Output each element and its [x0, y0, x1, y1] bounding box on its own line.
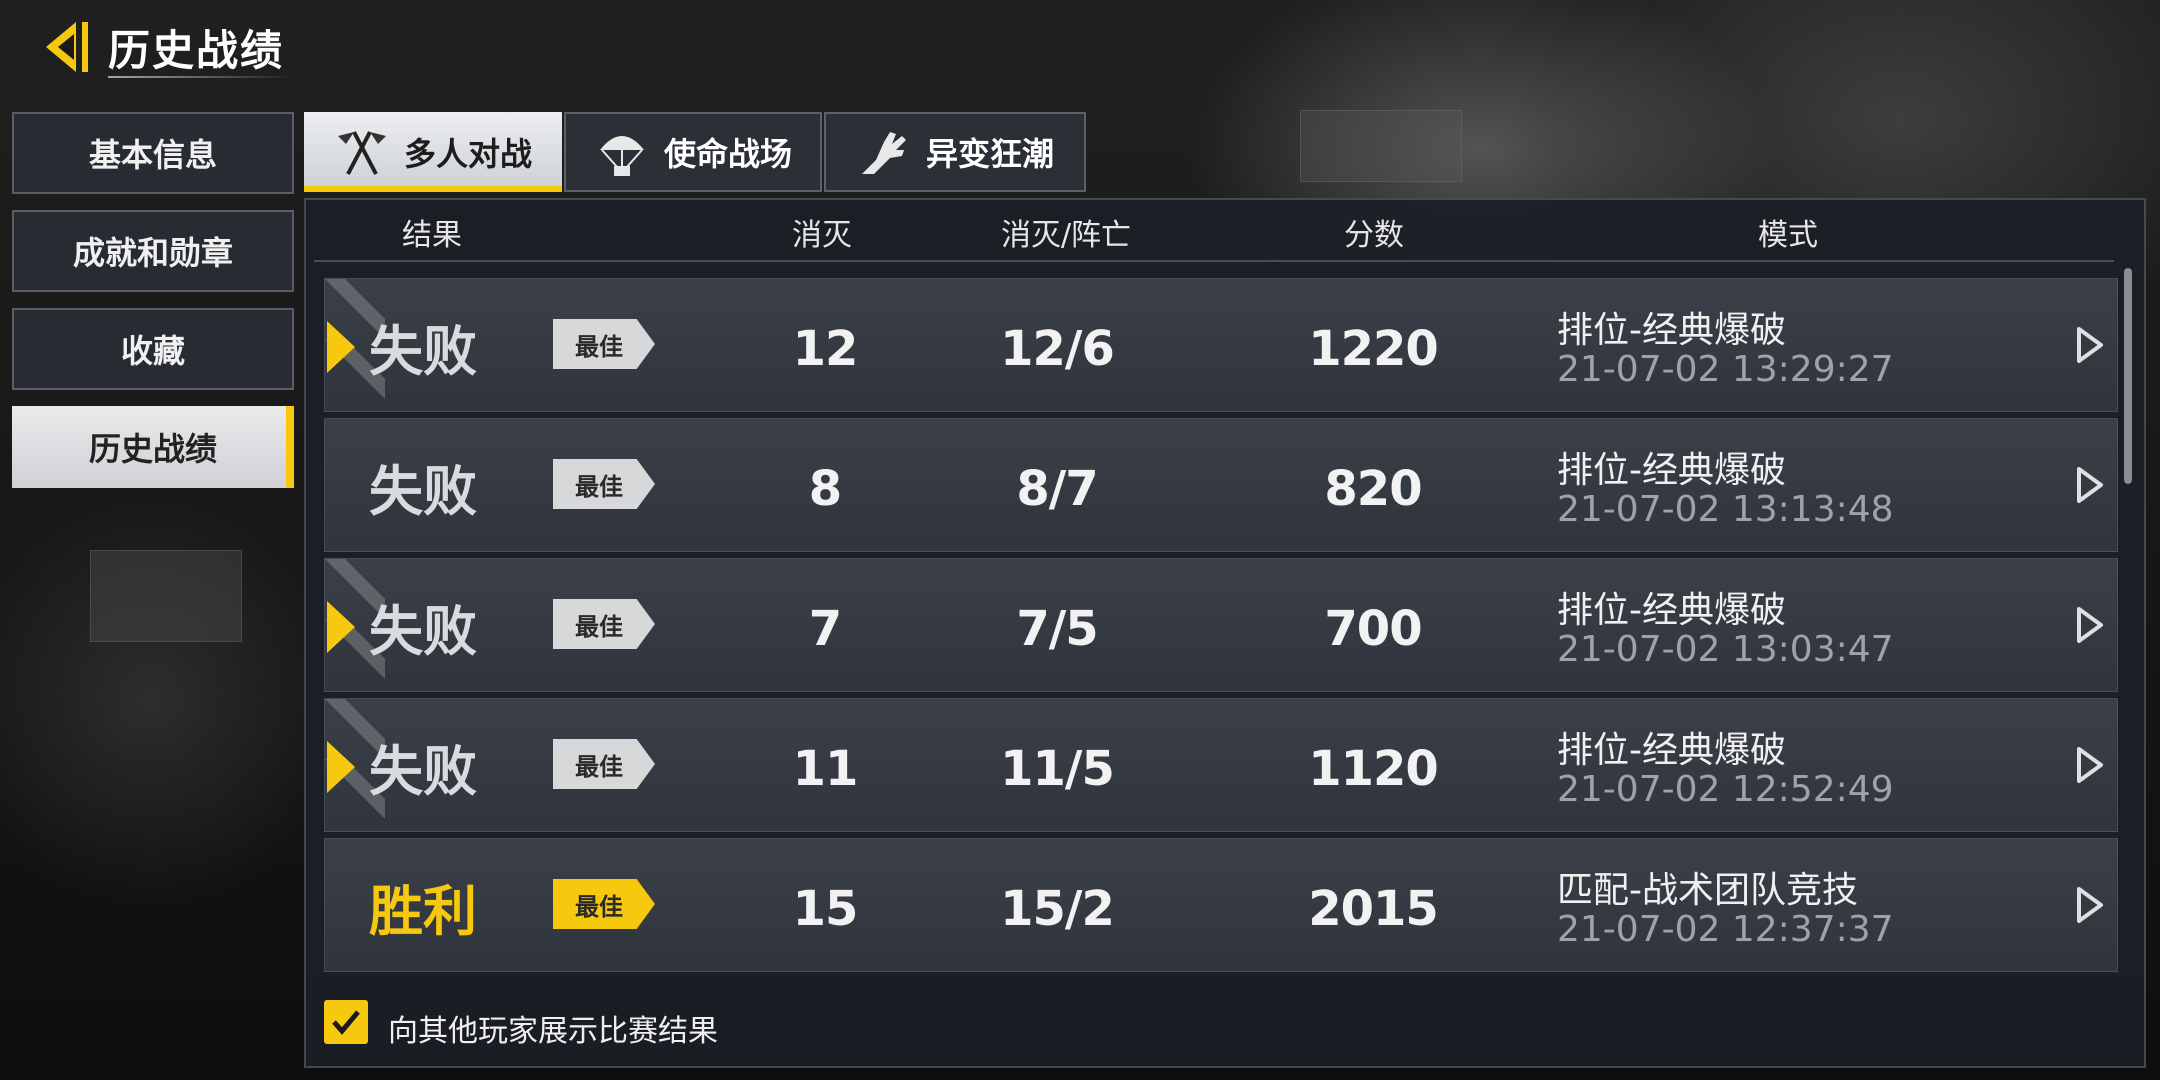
table-row[interactable]: 胜利 最佳 15 15/2 2015 匹配-战术团队竞技 21-07-02 12…: [324, 838, 2118, 972]
background-scenery: [1300, 110, 1462, 182]
result-text: 失败: [369, 320, 477, 383]
mode-text: 排位-经典爆破: [1557, 730, 1786, 771]
background-scenery: [90, 550, 242, 642]
play-arrow-icon[interactable]: [2075, 745, 2105, 785]
header: 历史战绩: [36, 16, 284, 78]
mode-text: 匹配-战术团队竞技: [1557, 870, 1858, 911]
column-header-score: 分数: [1344, 218, 1404, 253]
kills-value: 11: [792, 741, 859, 797]
mvp-badge: 最佳: [553, 599, 655, 649]
checkmark-icon: [332, 1010, 360, 1035]
mutant-hand-icon: [861, 132, 906, 174]
page-title: 历史战绩: [108, 25, 285, 75]
score-value: 820: [1324, 461, 1422, 517]
column-header-kills: 消灭: [792, 218, 852, 253]
sidebar-item-label: 历史战绩: [88, 430, 217, 468]
tab-battle-royale[interactable]: 使命战场: [564, 112, 822, 192]
mvp-badge: 最佳: [553, 879, 655, 929]
mode-text: 排位-经典爆破: [1557, 590, 1786, 631]
tab-label: 异变狂潮: [925, 135, 1054, 173]
header-divider: [314, 260, 2114, 262]
play-arrow-icon[interactable]: [2075, 465, 2105, 505]
mvp-badge: 最佳: [553, 319, 655, 369]
play-arrow-icon[interactable]: [2075, 325, 2105, 365]
sidebar-item-label: 基本信息: [88, 136, 217, 174]
table-row[interactable]: 失败 最佳 12 12/6 1220 排位-经典爆破 21-07-02 13:2…: [324, 278, 2118, 412]
back-arrow-icon: [46, 22, 88, 72]
tab-label: 使命战场: [663, 135, 792, 173]
mvp-badge: 最佳: [553, 459, 655, 509]
sidebar-item-label: 成就和勋章: [72, 234, 233, 272]
back-button[interactable]: [36, 16, 100, 78]
result-text: 失败: [369, 600, 477, 663]
selection-marker-icon: [327, 601, 355, 653]
kd-value: 11/5: [1000, 741, 1115, 797]
sidebar-item-label: 收藏: [120, 332, 185, 370]
column-header-mode: 模式: [1758, 218, 1818, 253]
title-underline: [108, 76, 294, 78]
column-header-kd: 消灭/阵亡: [1000, 218, 1132, 253]
score-value: 1120: [1308, 741, 1439, 797]
result-text: 失败: [369, 740, 477, 803]
table-row[interactable]: 失败 最佳 8 8/7 820 排位-经典爆破 21-07-02 13:13:4…: [324, 418, 2118, 552]
tab-zombie-mode[interactable]: 异变狂潮: [824, 112, 1086, 192]
flags-icon: [337, 131, 386, 175]
kills-value: 8: [808, 461, 842, 517]
parachute-icon: [599, 136, 644, 176]
table-row[interactable]: 失败 最佳 11 11/5 1120 排位-经典爆破 21-07-02 12:5…: [324, 698, 2118, 832]
column-header-result: 结果: [402, 218, 462, 253]
kills-value: 12: [792, 321, 859, 377]
score-value: 1220: [1308, 321, 1439, 377]
table-row[interactable]: 失败 最佳 7 7/5 700 排位-经典爆破 21-07-02 13:03:4…: [324, 558, 2118, 692]
scrollbar[interactable]: [2124, 268, 2132, 484]
match-time: 21-07-02 13:29:27: [1557, 349, 1894, 390]
kd-value: 8/7: [1016, 461, 1098, 517]
sidebar-item-collection[interactable]: 收藏: [12, 308, 294, 390]
match-time: 21-07-02 12:37:37: [1557, 909, 1894, 950]
show-results-checkbox[interactable]: [324, 1000, 368, 1044]
tab-multiplayer[interactable]: 多人对战: [304, 112, 562, 192]
kd-value: 15/2: [1000, 881, 1115, 937]
play-arrow-icon[interactable]: [2075, 885, 2105, 925]
selection-marker-icon: [327, 741, 355, 793]
result-text: 胜利: [369, 880, 477, 943]
sidebar-item-match-history[interactable]: 历史战绩: [12, 406, 294, 488]
tab-label: 多人对战: [403, 135, 532, 173]
match-time: 21-07-02 12:52:49: [1557, 769, 1894, 810]
match-time: 21-07-02 13:03:47: [1557, 629, 1894, 670]
kd-value: 7/5: [1016, 601, 1098, 657]
play-arrow-icon[interactable]: [2075, 605, 2105, 645]
mode-text: 排位-经典爆破: [1557, 310, 1786, 351]
result-text: 失败: [369, 460, 477, 523]
mvp-badge: 最佳: [553, 739, 655, 789]
kills-value: 7: [808, 601, 842, 657]
sidebar-item-achievements[interactable]: 成就和勋章: [12, 210, 294, 292]
show-results-label: 向其他玩家展示比赛结果: [388, 1014, 718, 1049]
match-history-panel: 结果 消灭 消灭/阵亡 分数 模式 失败 最佳 12 12/6 1220 排位-…: [304, 198, 2146, 1068]
score-value: 700: [1324, 601, 1422, 657]
score-value: 2015: [1308, 881, 1439, 937]
match-time: 21-07-02 13:13:48: [1557, 489, 1894, 530]
sidebar-item-basic-info[interactable]: 基本信息: [12, 112, 294, 194]
selection-marker-icon: [327, 321, 355, 373]
kills-value: 15: [792, 881, 859, 937]
mode-text: 排位-经典爆破: [1557, 450, 1786, 491]
kd-value: 12/6: [1000, 321, 1115, 377]
